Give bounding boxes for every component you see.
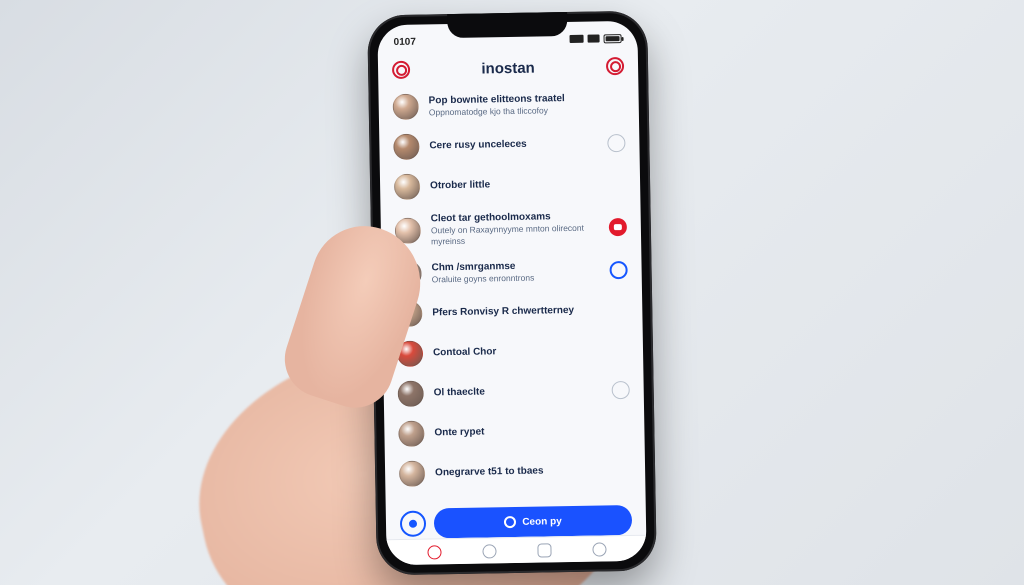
bottom-bar [386, 534, 646, 565]
chat-text: Pop bownite elitteons traatel Oppnomatod… [429, 91, 625, 117]
chat-row[interactable]: Onte rypet [394, 410, 635, 454]
chat-subtitle: Outely on Raxaynnyyme mnton olirecont my… [431, 222, 599, 246]
composer: Ceon py [386, 504, 646, 539]
signal-icon [570, 34, 584, 42]
unread-ring-icon [609, 261, 627, 279]
status-time: 0107 [394, 36, 416, 47]
compose-dot-icon [504, 515, 516, 527]
chat-row[interactable]: Otrober little [390, 162, 631, 206]
notch [447, 11, 567, 37]
nav-dot-icon[interactable] [427, 544, 441, 558]
chat-title: Pfers Ronvisy R chwertterney [432, 304, 628, 319]
chat-row[interactable]: Ol thaeclte [393, 370, 634, 414]
chat-row[interactable]: Onegrarve t51 to tbaes [395, 450, 636, 494]
status-right [569, 33, 621, 43]
avatar[interactable] [398, 420, 424, 446]
chat-row[interactable]: Cere rusy unceleces [389, 122, 630, 166]
avatar[interactable] [394, 173, 420, 199]
chat-title: Onte rypet [434, 424, 630, 439]
app-title: inostan [481, 59, 535, 77]
chat-title: Contoal Chor [433, 344, 629, 359]
app-header: inostan [378, 50, 639, 87]
compose-label: Ceon py [522, 515, 562, 527]
nav-circle-icon[interactable] [592, 541, 606, 555]
chat-title: Onegrarve t51 to tbaes [435, 464, 631, 479]
avatar[interactable] [398, 380, 424, 406]
avatar[interactable] [399, 460, 425, 486]
compose-circle-icon[interactable] [400, 510, 426, 536]
nav-circle-icon[interactable] [482, 543, 496, 557]
chat-subtitle: Oraluite goyns enronntrons [432, 271, 600, 285]
avatar[interactable] [393, 133, 419, 159]
nav-square-icon[interactable] [537, 542, 551, 556]
battery-icon [603, 33, 621, 42]
status-ring-icon [612, 381, 630, 399]
chat-title: Ol thaeclte [434, 384, 602, 399]
avatar[interactable] [393, 93, 419, 119]
chat-row[interactable]: Pop bownite elitteons traatel Oppnomatod… [388, 82, 629, 126]
wifi-icon [588, 34, 600, 42]
compose-button[interactable]: Ceon py [434, 504, 632, 537]
notification-badge-icon [609, 217, 627, 235]
chat-row[interactable]: Cleot tar gethoolmoxams Outely on Raxayn… [390, 202, 631, 253]
status-ring-icon [607, 133, 625, 151]
chat-title: Cere rusy unceleces [429, 137, 597, 152]
header-left-target-icon[interactable] [392, 60, 410, 78]
chat-row[interactable]: Contoal Chor [393, 330, 634, 374]
chat-row[interactable]: Chm /smrganmse Oraluite goyns enronntron… [391, 250, 632, 294]
chat-title: Otrober little [430, 176, 626, 191]
chat-row[interactable]: Pfers Ronvisy R chwertterney [392, 290, 633, 334]
header-right-target-icon[interactable] [606, 57, 624, 75]
